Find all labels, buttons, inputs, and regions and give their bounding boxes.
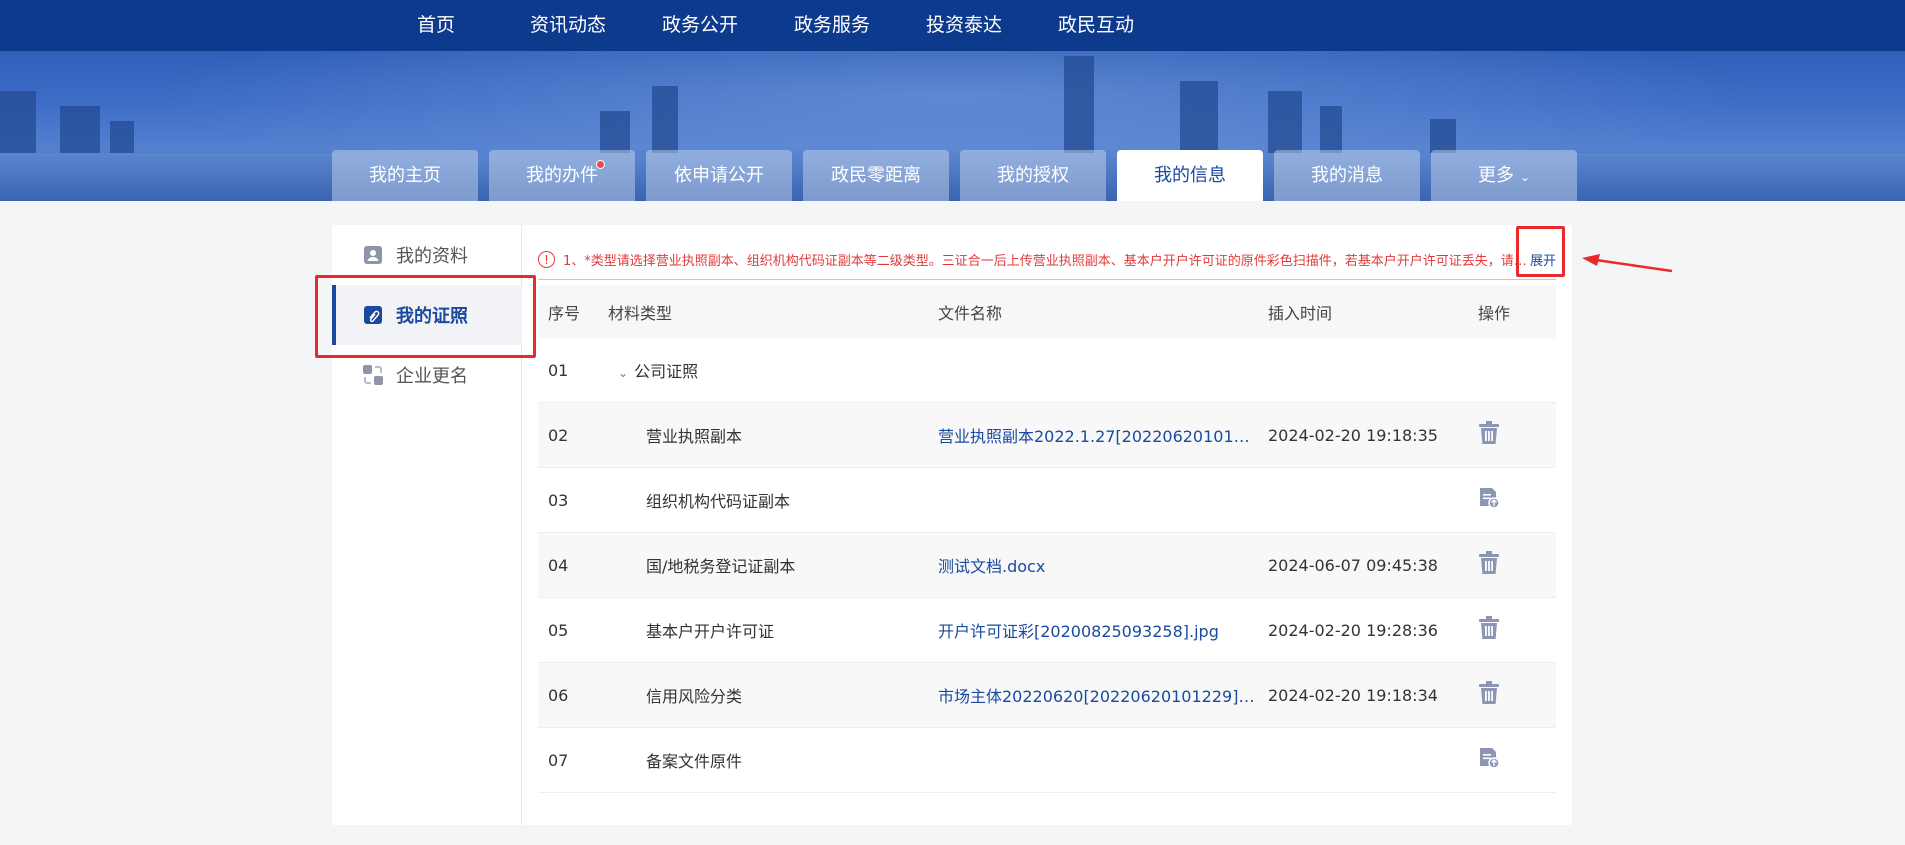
sidebar-item-label: 我的资料 xyxy=(396,246,468,267)
top-nav-items: 首页 资讯动态 政务公开 政务服务 投资泰达 政民互动 xyxy=(370,0,1162,51)
delete-icon[interactable] xyxy=(1478,681,1500,709)
tab-1[interactable]: 我的主页 xyxy=(332,150,478,201)
action-cell xyxy=(1478,747,1556,773)
row-number: 07 xyxy=(548,750,569,770)
tab-label: 我的信息 xyxy=(1154,165,1226,186)
section-tabs: 我的主页 我的办件 依申请公开 政民零距离 我的授权 我的信息 我的消息 更多 ⌄ xyxy=(332,150,1588,201)
row-number: 05 xyxy=(548,620,569,640)
table-row: 02 营业执照副本 营业执照副本2022.1.27[202206201012... 2… xyxy=(538,403,1556,468)
table-row: 06 信用风险分类 市场主体20220620[20220620101229]....… xyxy=(538,663,1556,728)
top-nav-item[interactable]: 政务公开 xyxy=(634,0,766,51)
tab-label: 我的办件 xyxy=(526,165,598,186)
file-name-link[interactable]: 市场主体20220620[20220620101229].... xyxy=(938,683,1268,707)
tab-3[interactable]: 依申请公开 xyxy=(646,150,792,201)
tab-5[interactable]: 我的授权 xyxy=(960,150,1106,201)
material-type-label: 备案文件原件 xyxy=(646,752,743,771)
notice-text: 1、*类型请选择营业执照副本、组织机构代码证副本等二级类型。三证合一后上传营业执… xyxy=(563,254,1528,269)
material-type: 备案文件原件 xyxy=(608,748,938,772)
material-type: 营业执照副本 xyxy=(608,423,938,447)
tab-7[interactable]: 我的消息 xyxy=(1274,150,1420,201)
column-header: 文件名称 xyxy=(938,303,1003,323)
material-type-label: 信用风险分类 xyxy=(646,687,743,706)
notification-dot xyxy=(596,160,605,169)
company-rename-icon xyxy=(362,364,384,386)
column-header: 插入时间 xyxy=(1268,303,1333,323)
chevron-down-icon: ⌄ xyxy=(1519,170,1531,184)
action-cell xyxy=(1478,421,1556,449)
action-cell xyxy=(1478,681,1556,709)
material-type: 基本户开户许可证 xyxy=(608,618,938,642)
top-nav-item[interactable]: 政务服务 xyxy=(766,0,898,51)
tab-label: 我的消息 xyxy=(1311,165,1383,186)
column-header: 序号 xyxy=(548,303,581,323)
top-nav: 首页 资讯动态 政务公开 政务服务 投资泰达 政民互动 xyxy=(0,0,1905,51)
material-type: 国/地税务登记证副本 xyxy=(608,553,938,577)
annotation-box-expand xyxy=(1516,226,1565,277)
tab-label: 更多 xyxy=(1477,165,1514,186)
action-cell xyxy=(1478,616,1556,644)
tab-label: 依申请公开 xyxy=(674,165,764,186)
material-type[interactable]: ⌄ 公司证照 xyxy=(608,358,938,382)
insert-time: 2024-02-20 19:18:35 xyxy=(1268,425,1438,445)
tab-label: 我的主页 xyxy=(369,165,441,186)
insert-time: 2024-02-20 19:28:36 xyxy=(1268,620,1438,640)
tab-2[interactable]: 我的办件 xyxy=(489,150,635,201)
row-number: 06 xyxy=(548,685,569,705)
delete-icon[interactable] xyxy=(1478,421,1500,449)
annotation-arrow-icon xyxy=(1582,254,1673,273)
user-card-icon xyxy=(362,244,384,266)
table-row: 05 基本户开户许可证 开户许可证彩[20200825093258].jpg 2024… xyxy=(538,598,1556,663)
action-cell xyxy=(1478,487,1556,513)
table-row: 03 组织机构代码证副本 xyxy=(538,468,1556,533)
tab-label: 我的授权 xyxy=(997,165,1069,186)
tab-8[interactable]: 更多 ⌄ xyxy=(1431,150,1577,201)
table-body: 01 ⌄ 公司证照 02 营业执照副本 营业执照副本2022.1.27[202206201… xyxy=(538,338,1556,793)
annotation-box-sidebar xyxy=(315,275,536,358)
notice-bar: ! 1、*类型请选择营业执照副本、组织机构代码证副本等二级类型。三证合一后上传营… xyxy=(538,240,1556,280)
tab-6[interactable]: 我的信息 xyxy=(1117,150,1263,201)
upload-doc-icon[interactable] xyxy=(1478,487,1500,513)
column-header: 操作 xyxy=(1478,303,1511,323)
material-type: 组织机构代码证副本 xyxy=(608,488,938,512)
sidebar-item-label: 企业更名 xyxy=(396,366,468,387)
insert-time: 2024-02-20 19:18:34 xyxy=(1268,685,1438,705)
top-nav-item[interactable]: 资讯动态 xyxy=(502,0,634,51)
material-type-label: 国/地税务登记证副本 xyxy=(646,557,796,576)
table-row: 07 备案文件原件 xyxy=(538,728,1556,793)
file-name-link[interactable]: 测试文档.docx xyxy=(938,553,1268,577)
action-cell xyxy=(1478,551,1556,579)
chevron-down-icon[interactable]: ⌄ xyxy=(618,366,628,380)
row-number: 03 xyxy=(548,490,569,510)
material-type: 信用风险分类 xyxy=(608,683,938,707)
top-nav-item[interactable]: 投资泰达 xyxy=(898,0,1030,51)
warning-icon: ! xyxy=(538,251,555,268)
material-type-label: 基本户开户许可证 xyxy=(646,622,775,641)
file-name-link[interactable]: 开户许可证彩[20200825093258].jpg xyxy=(938,618,1268,642)
delete-icon[interactable] xyxy=(1478,616,1500,644)
tab-4[interactable]: 政民零距离 xyxy=(803,150,949,201)
tab-label: 政民零距离 xyxy=(831,165,921,186)
certificate-table: 序号 材料类型 文件名称 插入时间 操作 01 ⌄ 公司证照 02 营业执照副本 营业执照副本20… xyxy=(538,285,1556,793)
column-header: 材料类型 xyxy=(608,303,673,323)
material-type-label: 公司证照 xyxy=(634,362,699,381)
material-type-label: 营业执照副本 xyxy=(646,427,743,446)
file-name-link[interactable]: 营业执照副本2022.1.27[202206201012... xyxy=(938,423,1268,447)
material-type-label: 组织机构代码证副本 xyxy=(646,492,791,511)
top-nav-item[interactable]: 首页 xyxy=(370,0,502,51)
table-header: 序号 材料类型 文件名称 插入时间 操作 xyxy=(538,285,1556,338)
table-row: 01 ⌄ 公司证照 xyxy=(538,338,1556,403)
row-number: 01 xyxy=(548,360,569,380)
insert-time: 2024-06-07 09:45:38 xyxy=(1268,555,1438,575)
upload-doc-icon[interactable] xyxy=(1478,747,1500,773)
top-nav-item[interactable]: 政民互动 xyxy=(1030,0,1162,51)
table-row: 04 国/地税务登记证副本 测试文档.docx 2024-06-07 09:45:38 xyxy=(538,533,1556,598)
row-number: 02 xyxy=(548,425,569,445)
row-number: 04 xyxy=(548,555,569,575)
delete-icon[interactable] xyxy=(1478,551,1500,579)
